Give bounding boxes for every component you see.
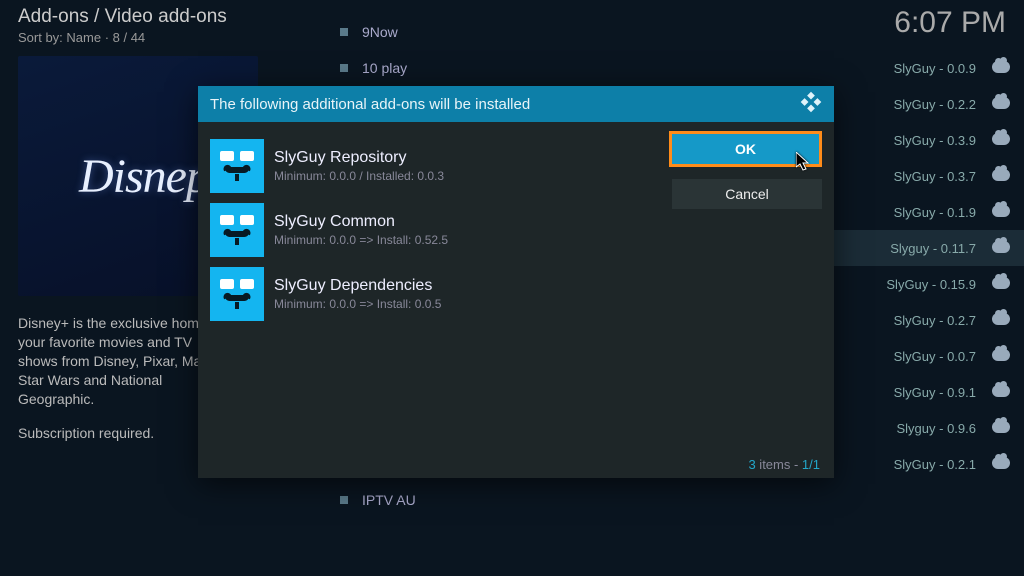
- addon-source: SlyGuy - 0.2.7: [894, 313, 976, 328]
- addon-source: SlyGuy - 0.0.7: [894, 349, 976, 364]
- dialog-item-count: 3 items - 1/1: [748, 457, 820, 472]
- dependency-name: SlyGuy Repository: [274, 149, 444, 167]
- addon-description: Disney+ is the exclusive home of your fa…: [18, 314, 228, 408]
- cloud-download-icon: [992, 60, 1010, 76]
- dependency-item[interactable]: SlyGuy Common Minimum: 0.0.0 => Install: …: [210, 198, 670, 262]
- addon-source: SlyGuy - 0.1.9: [894, 205, 976, 220]
- dependency-list: SlyGuy Repository Minimum: 0.0.0 / Instal…: [210, 134, 670, 466]
- addon-source: SlyGuy - 0.15.9: [886, 277, 976, 292]
- dependency-version: Minimum: 0.0.0 / Installed: 0.0.3: [274, 169, 444, 183]
- addon-source: SlyGuy - 0.9.1: [894, 385, 976, 400]
- addon-source: SlyGuy - 0.2.2: [894, 97, 976, 112]
- cloud-download-icon: [992, 348, 1010, 364]
- disney-logo: Disnep: [79, 149, 209, 204]
- dialog-title-bar: The following additional add-ons will be…: [198, 86, 834, 122]
- dependency-item[interactable]: SlyGuy Dependencies Minimum: 0.0.0 => Ins…: [210, 262, 670, 326]
- cancel-button[interactable]: Cancel: [672, 179, 822, 209]
- dependency-name: SlyGuy Dependencies: [274, 277, 441, 295]
- addon-name: IPTV AU: [362, 492, 416, 508]
- cloud-download-icon: [992, 312, 1010, 328]
- addon-name: 9Now: [362, 24, 398, 40]
- addon-source: SlyGuy - 0.3.7: [894, 169, 976, 184]
- list-item[interactable]: 9Now: [330, 14, 1024, 50]
- cloud-download-icon: [992, 420, 1010, 436]
- addon-source: Slyguy - 0.11.7: [890, 241, 976, 256]
- list-item[interactable]: 10 play SlyGuy - 0.0.9: [330, 50, 1024, 86]
- dependency-item[interactable]: SlyGuy Repository Minimum: 0.0.0 / Instal…: [210, 134, 670, 198]
- addon-source: Slyguy - 0.9.6: [897, 421, 977, 436]
- slyguy-icon: [210, 267, 264, 321]
- cloud-download-icon: [992, 240, 1010, 256]
- cloud-download-icon: [992, 132, 1010, 148]
- dependency-name: SlyGuy Common: [274, 213, 448, 231]
- addon-source: SlyGuy - 0.2.1: [894, 457, 976, 472]
- cloud-download-icon: [992, 384, 1010, 400]
- cloud-download-icon: [992, 96, 1010, 112]
- addon-source: SlyGuy - 0.0.9: [894, 61, 976, 76]
- bullet-icon: [340, 64, 348, 72]
- kodi-logo-icon: [800, 91, 822, 117]
- dialog-title: The following additional add-ons will be…: [210, 96, 530, 113]
- list-item[interactable]: IPTV AU: [330, 482, 1024, 518]
- addon-source: SlyGuy - 0.3.9: [894, 133, 976, 148]
- cloud-download-icon: [992, 168, 1010, 184]
- dependency-version: Minimum: 0.0.0 => Install: 0.0.5: [274, 297, 441, 311]
- addon-description-2: Subscription required.: [18, 424, 228, 443]
- cloud-download-icon: [992, 456, 1010, 472]
- bullet-icon: [340, 496, 348, 504]
- bullet-icon: [340, 28, 348, 36]
- slyguy-icon: [210, 203, 264, 257]
- slyguy-icon: [210, 139, 264, 193]
- cloud-download-icon: [992, 204, 1010, 220]
- dependency-version: Minimum: 0.0.0 => Install: 0.52.5: [274, 233, 448, 247]
- cloud-download-icon: [992, 276, 1010, 292]
- install-dialog: The following additional add-ons will be…: [198, 86, 834, 478]
- addon-name: 10 play: [362, 60, 407, 76]
